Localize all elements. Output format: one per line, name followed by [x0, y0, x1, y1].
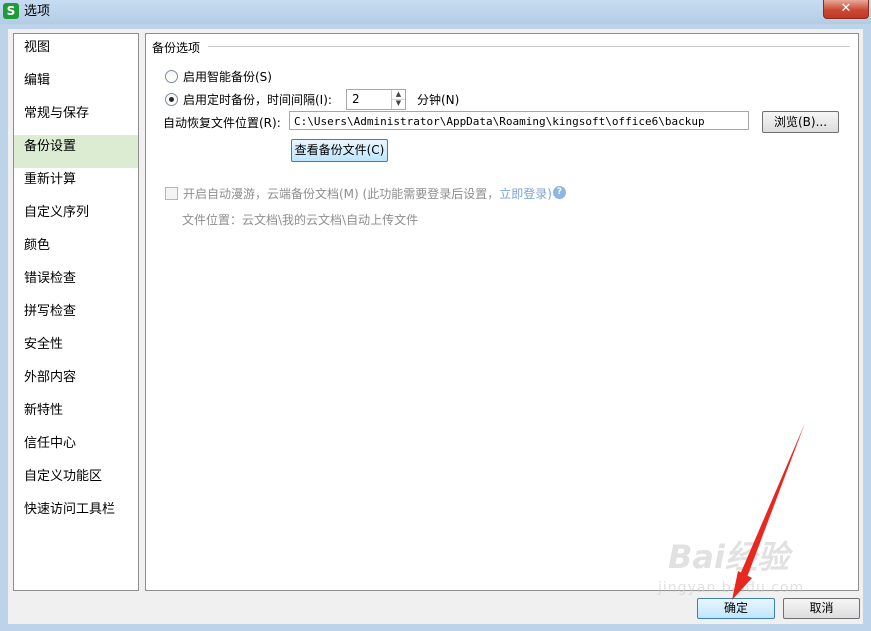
red-arrow-annotation: [732, 423, 805, 600]
